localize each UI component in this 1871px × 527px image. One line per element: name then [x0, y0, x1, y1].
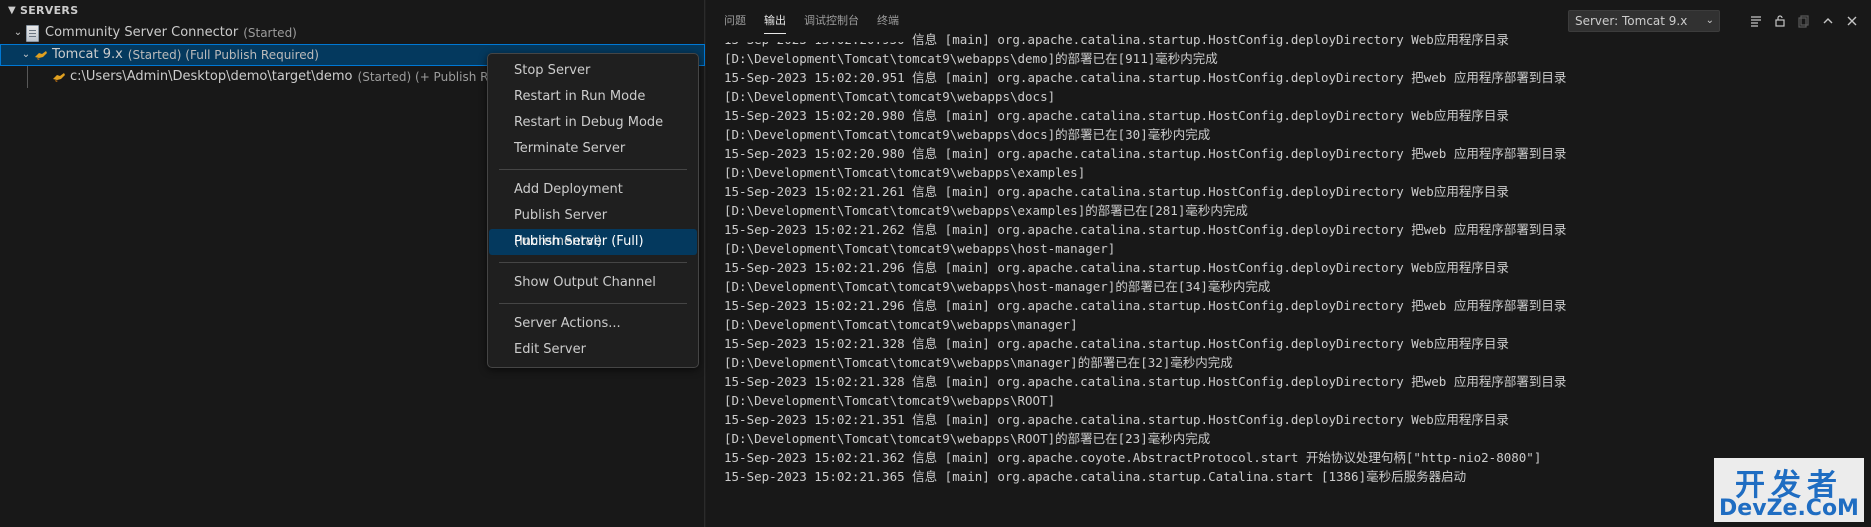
menu-item-stop-server[interactable]: Stop Server	[489, 58, 697, 84]
site-watermark: 开发者 DevZe.CoM	[1714, 458, 1864, 522]
tomcat-icon	[53, 73, 65, 82]
log-line: [D:\Development\Tomcat\tomcat9\webapps\R…	[724, 431, 1211, 446]
chevron-down-icon: ▼	[8, 5, 16, 16]
log-line: 15-Sep-2023 15:02:20.980 信息 [main] org.a…	[724, 146, 1567, 161]
tab-terminal[interactable]: 终端	[868, 0, 908, 42]
copy-icon[interactable]	[1792, 10, 1816, 32]
list-filter-icon[interactable]	[1744, 10, 1768, 32]
menu-item-server-actions[interactable]: Server Actions...	[489, 311, 697, 337]
tomcat-icon	[35, 51, 47, 60]
log-line: [D:\Development\Tomcat\tomcat9\webapps\d…	[724, 127, 1211, 142]
server-connector-icon	[26, 24, 39, 42]
servers-header-label: SERVERS	[20, 4, 79, 17]
log-line: [D:\Development\Tomcat\tomcat9\webapps\e…	[724, 203, 1248, 218]
output-channel-value: Server: Tomcat 9.x	[1575, 14, 1688, 28]
log-line: [D:\Development\Tomcat\tomcat9\webapps\h…	[724, 279, 1271, 294]
lock-icon[interactable]	[1768, 10, 1792, 32]
log-line: 15-Sep-2023 15:02:20.951 信息 [main] org.a…	[724, 70, 1567, 85]
context-menu: Stop Server Restart in Run Mode Restart …	[487, 53, 699, 368]
menu-item-show-output[interactable]: Show Output Channel	[489, 270, 697, 296]
log-line: [D:\Development\Tomcat\tomcat9\webapps\m…	[724, 317, 1078, 332]
tomcat-label: Tomcat 9.x	[52, 47, 123, 62]
menu-item-publish-incremental[interactable]: Publish Server (Incremental)	[489, 203, 697, 249]
log-line: [D:\Development\Tomcat\tomcat9\webapps\h…	[724, 241, 1116, 256]
menu-item-terminate-server[interactable]: Terminate Server	[489, 136, 697, 162]
log-line: [D:\Development\Tomcat\tomcat9\webapps\d…	[724, 51, 1218, 66]
log-line: 15-Sep-2023 15:02:21.365 信息 [main] org.a…	[724, 469, 1467, 484]
chevron-down-icon[interactable]: ⌄	[18, 44, 34, 66]
log-line: 15-Sep-2023 15:02:21.261 信息 [main] org.a…	[724, 184, 1509, 199]
output-channel-select[interactable]: Server: Tomcat 9.x ⌄	[1568, 10, 1720, 32]
tab-debug-console[interactable]: 调试控制台	[795, 0, 868, 42]
log-line: 15-Sep-2023 15:02:21.362 信息 [main] org.a…	[724, 450, 1542, 465]
tab-problems[interactable]: 问题	[715, 0, 755, 42]
tree-item-connector[interactable]: ⌄ Community Server Connector (Started)	[0, 22, 704, 44]
chevron-down-icon[interactable]: ⌄	[10, 22, 26, 44]
servers-section-header[interactable]: ▼ SERVERS	[0, 0, 704, 22]
log-line: 15-Sep-2023 15:02:21.296 信息 [main] org.a…	[724, 298, 1567, 313]
log-line: 15-Sep-2023 15:02:21.351 信息 [main] org.a…	[724, 412, 1509, 427]
menu-item-publish-full[interactable]: Publish Server (Full)	[489, 229, 697, 255]
tomcat-status: (Started) (Full Publish Required)	[127, 48, 319, 62]
log-line: [D:\Development\Tomcat\tomcat9\webapps\R…	[724, 393, 1056, 408]
log-line: 15-Sep-2023 15:02:20.980 信息 [main] org.a…	[724, 108, 1509, 123]
log-line: 15-Sep-2023 15:02:21.328 信息 [main] org.a…	[724, 374, 1567, 389]
output-log[interactable]: 15-Sep-2023 15:02:20.920 警告 [main] org.a…	[724, 0, 1864, 527]
menu-separator	[499, 303, 687, 304]
chevron-down-icon: ⌄	[1705, 15, 1714, 26]
output-panel: 15-Sep-2023 15:02:20.920 警告 [main] org.a…	[706, 0, 1871, 527]
watermark-en: DevZe.CoM	[1719, 496, 1859, 521]
close-icon[interactable]	[1840, 10, 1864, 32]
vscode-window: ▼ SERVERS ⌄ Community Server Connector (…	[0, 0, 1871, 527]
menu-separator	[499, 169, 687, 170]
connector-status: (Started)	[243, 26, 297, 40]
tab-output[interactable]: 输出	[755, 0, 795, 42]
menu-item-restart-run[interactable]: Restart in Run Mode	[489, 84, 697, 110]
menu-item-edit-server[interactable]: Edit Server	[489, 337, 697, 363]
deployment-label: c:\Users\Admin\Desktop\demo\target\demo	[70, 69, 353, 84]
log-line: [D:\Development\Tomcat\tomcat9\webapps\e…	[724, 165, 1086, 180]
log-line: [D:\Development\Tomcat\tomcat9\webapps\d…	[724, 89, 1056, 104]
connector-label: Community Server Connector	[45, 25, 239, 40]
menu-item-add-deployment[interactable]: Add Deployment	[489, 177, 697, 203]
log-line: 15-Sep-2023 15:02:21.296 信息 [main] org.a…	[724, 260, 1509, 275]
chevron-up-icon[interactable]	[1816, 10, 1840, 32]
log-line: 15-Sep-2023 15:02:21.328 信息 [main] org.a…	[724, 336, 1509, 351]
log-line: [D:\Development\Tomcat\tomcat9\webapps\m…	[724, 355, 1233, 370]
menu-item-restart-debug[interactable]: Restart in Debug Mode	[489, 110, 697, 136]
menu-separator	[499, 262, 687, 263]
log-line: 15-Sep-2023 15:02:21.262 信息 [main] org.a…	[724, 222, 1567, 237]
panel-actions	[1744, 10, 1864, 32]
